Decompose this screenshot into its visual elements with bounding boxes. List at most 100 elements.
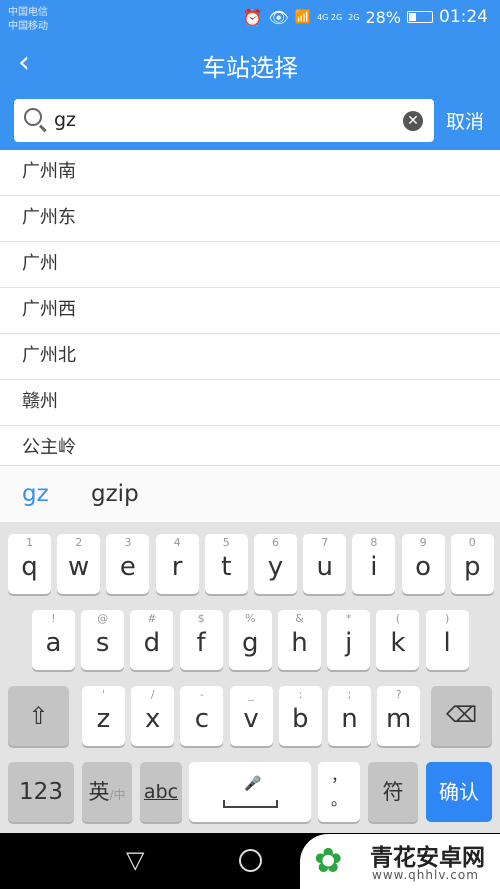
- clear-icon[interactable]: ✕: [403, 111, 423, 131]
- key-label: g: [242, 628, 259, 658]
- key-label: e: [119, 552, 136, 582]
- key-s[interactable]: @ s: [81, 610, 125, 670]
- symbols-key[interactable]: 符: [368, 762, 418, 822]
- key-u[interactable]: 7u: [303, 534, 347, 594]
- key-label: l: [443, 628, 451, 658]
- shift-key[interactable]: ⇧: [8, 686, 69, 746]
- key-e[interactable]: 3e: [106, 534, 150, 594]
- key-label: o: [415, 552, 432, 582]
- key-j[interactable]: * j: [327, 610, 371, 670]
- space-key[interactable]: 🎤: [189, 762, 311, 822]
- search-bar: ✕: [14, 99, 434, 142]
- candidate[interactable]: gzip: [91, 466, 139, 523]
- key-k[interactable]: (k: [376, 610, 420, 670]
- language-key[interactable]: 英/中: [82, 762, 132, 822]
- station-list: 广州南 广州东 广州 广州西 广州北 赣州 公主岭: [0, 150, 500, 472]
- watermark: ✿ 青花安卓网 www.qhhlv.com: [300, 834, 500, 889]
- punct-bottom: 。: [330, 790, 347, 809]
- key-o[interactable]: 9o: [401, 534, 445, 594]
- key-alt-label: 6: [272, 536, 279, 549]
- key-label: n: [341, 704, 358, 734]
- shift-icon: ⇧: [28, 702, 49, 730]
- backspace-icon: ⌫: [445, 703, 478, 728]
- key-label: x: [144, 704, 161, 734]
- key-alt-label: :: [298, 688, 303, 701]
- key-alt-label: 5: [222, 536, 230, 549]
- page-title: 车站选择: [202, 54, 298, 82]
- search-icon: [24, 108, 42, 126]
- key-c[interactable]: -c: [180, 686, 224, 746]
- key-label: r: [171, 552, 183, 582]
- key-x[interactable]: / x: [131, 686, 175, 746]
- confirm-key[interactable]: 确认: [426, 762, 492, 822]
- search-input[interactable]: [54, 105, 394, 135]
- key-label: i: [370, 552, 378, 582]
- key-alt-label: 2: [75, 536, 83, 549]
- key-g[interactable]: % g: [228, 610, 272, 670]
- carrier-1: 中国电信: [8, 7, 48, 18]
- key-a[interactable]: ! a: [32, 610, 75, 670]
- list-item[interactable]: 广州南: [0, 150, 500, 196]
- signal-icon-2: 2G: [348, 12, 360, 22]
- list-item[interactable]: 广州东: [0, 196, 500, 242]
- key-alt-label: $: [197, 612, 205, 625]
- cancel-button[interactable]: 取消: [446, 107, 484, 134]
- watermark-url: www.qhhlv.com: [372, 868, 479, 882]
- watermark-logo-icon: ✿: [314, 841, 343, 881]
- abc-key[interactable]: abc: [140, 762, 182, 822]
- watermark-name: 青花安卓网: [370, 845, 485, 871]
- key-h[interactable]: & h: [278, 610, 321, 670]
- key-alt-label: 4: [173, 536, 181, 549]
- list-item[interactable]: 广州西: [0, 288, 500, 334]
- key-alt-label: 1: [26, 536, 33, 549]
- key-label: t: [221, 552, 232, 582]
- key-y[interactable]: 6y: [254, 534, 297, 594]
- key-q[interactable]: 1q: [8, 534, 51, 594]
- key-alt-label: !: [51, 612, 56, 625]
- key-i[interactable]: 8i: [352, 534, 396, 594]
- key-v[interactable]: _ v: [229, 686, 273, 746]
- key-alt-label: -: [199, 688, 204, 701]
- key-label: a: [45, 628, 62, 658]
- key-label: q: [21, 552, 38, 582]
- key-f[interactable]: $ f: [179, 610, 223, 670]
- key-label: z: [96, 704, 111, 734]
- key-n[interactable]: ; n: [328, 686, 371, 746]
- list-item[interactable]: 广州北: [0, 334, 500, 380]
- candidate[interactable]: gz: [22, 466, 49, 523]
- punctuation-key[interactable]: ， 。: [318, 762, 360, 822]
- key-r[interactable]: 4r: [155, 534, 199, 594]
- key-label: d: [143, 628, 161, 658]
- battery-icon: [407, 11, 433, 23]
- alarm-icon: ⏰: [242, 7, 263, 27]
- key-alt-label: ): [444, 612, 450, 625]
- key-m[interactable]: ? m: [377, 686, 421, 746]
- key-alt-label: 8: [370, 536, 378, 549]
- key-z[interactable]: ' z: [82, 686, 125, 746]
- carrier-2: 中国移动: [8, 21, 48, 32]
- key-label: y: [267, 552, 284, 582]
- key-t[interactable]: 5t: [204, 534, 248, 594]
- backspace-key[interactable]: ⌫: [431, 686, 492, 746]
- eye-icon: 👁: [268, 7, 289, 27]
- lang-label: 英: [88, 780, 110, 804]
- key-l[interactable]: ) l: [425, 610, 469, 670]
- space-icon: [223, 800, 278, 808]
- list-item[interactable]: 赣州: [0, 380, 500, 426]
- list-item[interactable]: 广州: [0, 242, 500, 288]
- numbers-key[interactable]: 123: [8, 762, 74, 822]
- home-nav-icon[interactable]: [239, 849, 262, 872]
- microphone-icon: 🎤: [244, 776, 262, 792]
- key-label: p: [464, 552, 481, 582]
- back-nav-icon[interactable]: ▽: [126, 846, 144, 874]
- key-alt-label: 0: [468, 536, 476, 549]
- key-label: f: [196, 628, 206, 658]
- punct-top: ，: [330, 766, 347, 785]
- wifi-icon: 📶: [294, 9, 312, 25]
- key-alt-label: 9: [419, 536, 427, 549]
- key-label: h: [291, 628, 308, 658]
- key-d[interactable]: # d: [130, 610, 174, 670]
- key-p[interactable]: 0p: [450, 534, 494, 594]
- key-b[interactable]: :b: [278, 686, 322, 746]
- key-w[interactable]: 2w: [57, 534, 101, 594]
